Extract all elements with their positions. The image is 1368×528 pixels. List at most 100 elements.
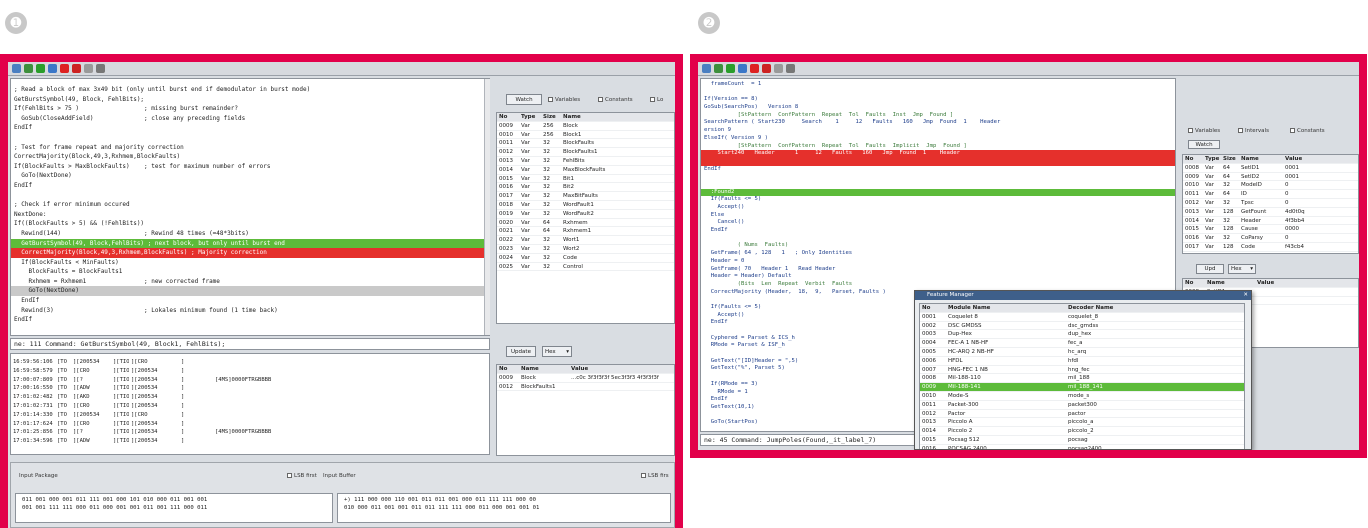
- pause-icon[interactable]: [774, 64, 783, 73]
- locals-checkbox[interactable]: Lo: [650, 97, 663, 103]
- table-row[interactable]: 0002 DSC GMDSS dsc_gmdss: [920, 322, 1244, 331]
- update-button[interactable]: Update: [506, 346, 536, 357]
- open-icon[interactable]: [12, 64, 21, 73]
- table-cell: Var: [521, 175, 530, 182]
- table-cell: 64: [543, 228, 550, 235]
- input-package-bits[interactable]: 011 001 000 001 011 111 001 000 101 010 …: [15, 493, 333, 523]
- table-row[interactable]: 0009 Var 256 Block: [497, 122, 674, 131]
- value-table[interactable]: No Name Value 0009 Block ...c0c 3f3f3f3f 5ec3…: [496, 364, 675, 456]
- code-scrollbar[interactable]: [484, 79, 490, 335]
- table-row[interactable]: 0016 POCSAG 2400 pocsag2400: [920, 445, 1244, 449]
- decoder-table[interactable]: No Module Name Decoder Name 0001 Coquelet 8 c…: [919, 303, 1245, 449]
- step-icon[interactable]: [738, 64, 747, 73]
- table-row[interactable]: 0025 Var 32 Control: [497, 263, 674, 272]
- code-line: Header = 0: [704, 257, 745, 264]
- input-buffer-bits[interactable]: +) 111 000 000 110 001 011 011 001 000 0…: [337, 493, 671, 523]
- table-row[interactable]: 0023 Var 32 Wort2: [497, 245, 674, 254]
- pause-icon[interactable]: [84, 64, 93, 73]
- table-row[interactable]: 0009 Mil-188-141 mil_188_141: [920, 383, 1244, 392]
- breakpoint-icon[interactable]: [72, 64, 81, 73]
- table-row[interactable]: 0009 Block ...c0c 3f3f3f3f 5ec3f3f3 4f3f3f…: [497, 374, 674, 383]
- lsb-first-checkbox[interactable]: LSB first: [287, 473, 317, 479]
- watch-table[interactable]: No Type Size Name 0009 Var 256 Block 0010 Var 256 B…: [496, 112, 675, 324]
- left-code-editor[interactable]: ; Read a block of max 3x49 bit (only unt…: [10, 78, 490, 336]
- watch-button[interactable]: Watch: [1188, 140, 1220, 149]
- constants-checkbox[interactable]: Constants: [598, 97, 633, 103]
- table-row[interactable]: 0007 HNG-FEC 1 NB hng_fec: [920, 366, 1244, 375]
- table-row[interactable]: 0015 Pocsag 512 pocsag: [920, 436, 1244, 445]
- table-row[interactable]: 0009 Var 64 SetID2 0001: [1183, 173, 1358, 182]
- table-row[interactable]: 0014 Var 32 Header 4f3bb4: [1183, 217, 1358, 226]
- run-icon[interactable]: [36, 64, 45, 73]
- save-icon[interactable]: [24, 64, 33, 73]
- breakpoint-icon[interactable]: [762, 64, 771, 73]
- constants-checkbox[interactable]: Constants: [1290, 128, 1325, 134]
- table-row[interactable]: 0024 Var 32 Code: [497, 254, 674, 263]
- stop-icon[interactable]: [750, 64, 759, 73]
- table-row[interactable]: 0015 Var 128 Cause 0000: [1183, 225, 1358, 235]
- log-cell: ][200534: [131, 402, 158, 409]
- table-row[interactable]: 0005 HC-ARQ 2 NB-HF hc_arq: [920, 348, 1244, 357]
- table-row[interactable]: 0016 Var 32 CoParsy 0: [1183, 234, 1358, 243]
- table-row[interactable]: 0010 Var 32 ModeID 0: [1183, 181, 1358, 191]
- table-row[interactable]: 0021 Var 64 Rxhmem1: [497, 227, 674, 237]
- settings-icon[interactable]: [786, 64, 795, 73]
- table-row[interactable]: 0001 Coquelet 8 coquelet_8: [920, 313, 1244, 322]
- table-row[interactable]: 0020 Var 64 Rxhmem: [497, 219, 674, 228]
- table-cell: 0000: [1285, 226, 1299, 233]
- table-row[interactable]: 0012 Pactor pactor: [920, 410, 1244, 419]
- format-select[interactable]: Hex ▾: [542, 346, 572, 357]
- settings-icon[interactable]: [96, 64, 105, 73]
- table-row[interactable]: 0017 Var 128 Code f43cb4: [1183, 243, 1358, 252]
- table-cell: Var: [521, 201, 530, 208]
- table-row[interactable]: 0012 BlockFaults1: [497, 383, 674, 392]
- table-row[interactable]: 0012 Var 32 BlockFaults1: [497, 148, 674, 157]
- watch-table[interactable]: No Type Size Name Value 0008 Var 64 SetID1 0001 00…: [1182, 154, 1359, 254]
- table-cell: 0018: [499, 201, 513, 208]
- table-row[interactable]: 0008 Var 64 SetID1 0001: [1183, 164, 1358, 173]
- variables-checkbox[interactable]: Variables: [548, 97, 580, 103]
- table-row[interactable]: 0006 HFDL hfdl: [920, 357, 1244, 366]
- stop-icon[interactable]: [60, 64, 69, 73]
- update-button[interactable]: Upd: [1196, 264, 1224, 274]
- table-row[interactable]: 0022 Var 32 Wort1: [497, 236, 674, 245]
- table-row[interactable]: 0013 Var 128 GetFount 4d0t0q: [1183, 208, 1358, 217]
- intervals-checkbox[interactable]: Intervals: [1238, 128, 1269, 134]
- table-header: No Name Value: [497, 365, 674, 374]
- open-icon[interactable]: [702, 64, 711, 73]
- close-icon[interactable]: ✕: [1243, 291, 1248, 300]
- table-row[interactable]: 0011 Var 32 BlockFaults: [497, 139, 674, 149]
- save-icon[interactable]: [714, 64, 723, 73]
- format-select[interactable]: Hex ▾: [1228, 264, 1256, 274]
- table-row[interactable]: 0017 Var 32 MaxBitFaults: [497, 192, 674, 201]
- run-icon[interactable]: [726, 64, 735, 73]
- table-row[interactable]: 0013 Var 32 FehlBits: [497, 157, 674, 166]
- table-row[interactable]: 0014 Piccolo 2 piccolo_2: [920, 427, 1244, 436]
- table-row[interactable]: 0011 Packet-300 packet300: [920, 401, 1244, 410]
- code-line: If(BlockFaults < MinFaults): [14, 258, 119, 266]
- left-log-list[interactable]: 16:59:56:106 [TO][200534][TIO][CRO] 16:59:…: [10, 353, 490, 455]
- table-row[interactable]: 0018 Var 32 WordFault1: [497, 201, 674, 210]
- table-cell: CoParsy: [1241, 235, 1264, 242]
- table-row[interactable]: 0019 Var 32 WordFault2: [497, 210, 674, 219]
- table-cell: 0012: [499, 149, 513, 156]
- table-row[interactable]: 0004 FEC-A 1 NB-HF fec_a: [920, 339, 1244, 348]
- table-cell: 32: [543, 237, 550, 244]
- table-row[interactable]: 0011 Var 64 ID 0: [1183, 190, 1358, 199]
- table-row[interactable]: 0010 Var 256 Block1: [497, 131, 674, 140]
- table-row[interactable]: 0015 Var 32 Bit1: [497, 175, 674, 184]
- code-line: GetBurstSymbol(49, Block, FehlBits);: [14, 95, 145, 103]
- table-row[interactable]: 0003 Dup-Hex dup_hex: [920, 330, 1244, 340]
- table-row[interactable]: 0013 Piccolo A piccolo_a: [920, 418, 1244, 428]
- lsb-first-checkbox-2[interactable]: LSB firs: [641, 473, 669, 479]
- table-row[interactable]: 0012 Var 32 Tpsc 0: [1183, 199, 1358, 208]
- step-icon[interactable]: [48, 64, 57, 73]
- watch-button[interactable]: Watch: [506, 94, 542, 105]
- variables-checkbox[interactable]: Variables: [1188, 128, 1220, 134]
- table-row[interactable]: 0010 Mode-S mode_s: [920, 392, 1244, 401]
- table-row[interactable]: 0014 Var 32 MaxBlockFaults: [497, 166, 674, 175]
- table-row[interactable]: 0008 Mil-188-110 mil_188: [920, 374, 1244, 384]
- table-row[interactable]: 0016 Var 32 Bit2: [497, 183, 674, 193]
- table-cell: 0016: [1185, 235, 1199, 242]
